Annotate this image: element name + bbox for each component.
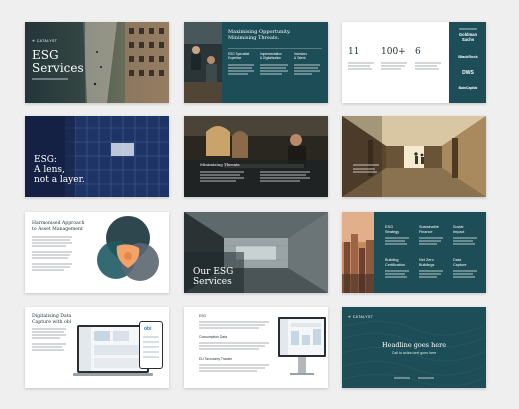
service-title-line: Social (453, 225, 464, 229)
title-line-2: Capture with obi (32, 319, 72, 325)
service-sustainable-finance: Sustainable Finance (419, 225, 439, 234)
service-title-line: Finance (419, 229, 433, 234)
column-1-heading: ESG Specialist Expertise (228, 52, 256, 60)
title-line-2: Services (193, 277, 232, 287)
slide-minimising-threats[interactable]: Minimising Threats (184, 116, 328, 197)
title-line-2: to Asset Management (32, 226, 83, 232)
slide-photo-meeting (184, 22, 222, 103)
divider (228, 48, 322, 49)
subtitle-placeholder (32, 78, 68, 80)
title-line-2: Services (32, 61, 84, 75)
service-social-impact: Social Impact (453, 225, 464, 234)
slide-title: Harmonised Approach to Asset Management (32, 221, 84, 232)
item-consumption-data: Consumption Data (199, 335, 228, 339)
slide-corridor[interactable] (342, 116, 486, 197)
title-line-2: A lens, (34, 165, 65, 175)
service-title-line: Impact (453, 229, 465, 234)
phone-mockup: obi (139, 321, 163, 369)
title-line-1: Harmonised Approach (32, 221, 85, 226)
obi-logo: obi (144, 326, 152, 332)
slide-esg-services[interactable]: ✳ CATALYST ESG Services (25, 22, 169, 103)
title-line-2: Minimising Threats. (228, 35, 280, 41)
monitor-mockup (278, 317, 326, 383)
title-line-1: ESG: (34, 155, 57, 165)
slide-data-tracking[interactable]: ESG Consumption Data EU Taxonomy Tracker (184, 307, 328, 388)
stat-2: 100+ (381, 47, 406, 57)
headline: Headline goes here (381, 341, 447, 349)
service-building-certification: Building Certification (385, 258, 405, 267)
title-line-1: Our ESG (193, 267, 234, 277)
service-title-line: Strategy (385, 229, 400, 234)
slide-title: ESG Services (32, 49, 84, 75)
blackrock-logo: BlackRock (458, 55, 478, 59)
service-title-line: Buildings (419, 262, 435, 267)
slide-photo-team-meeting (184, 116, 328, 197)
brand-name: CATALYST (352, 315, 374, 319)
column-2-heading: Implementation & Digitalisation (260, 52, 290, 60)
stat-3: 6 (415, 47, 421, 57)
service-esg-strategy: ESG Strategy (385, 225, 399, 234)
slide-title: Digitalising Data Capture with obi (32, 314, 71, 325)
service-data-capture: Data Capture (453, 258, 467, 267)
slide-title: Our ESG Services (193, 267, 233, 287)
slide-photo-corridor (342, 116, 486, 197)
column-3-heading: Investors & Talent (294, 52, 322, 60)
item-eu-taxonomy: EU Taxonomy Tracker (199, 357, 233, 361)
bain-capital-logo: BainCapital (458, 86, 478, 90)
column-heading-line: & Talent (294, 56, 306, 60)
title-line-3: not a layer. (34, 175, 85, 185)
brand-name: CATALYST (36, 39, 58, 43)
slide-stats-clients[interactable]: 11 100+ 6 Goldman Sachs BlackRock DWS Ba… (342, 22, 486, 103)
item-esg: ESG (199, 314, 207, 318)
slide-caption: Minimising Threats (200, 162, 240, 167)
venn-diagram (97, 216, 159, 281)
service-title-line: Certification (385, 262, 406, 267)
client-logo-panel: Goldman Sachs BlackRock DWS BainCapital (449, 22, 486, 103)
stat-1: 11 (348, 47, 360, 57)
slide-title: ESG: A lens, not a layer. (34, 155, 85, 185)
slide-photo-cityscape (342, 212, 374, 293)
slide-services-grid[interactable]: ESG Strategy Sustainable Finance Social … (342, 212, 486, 293)
column-heading-line: & Digitalisation (260, 56, 282, 60)
dws-logo: DWS (462, 70, 474, 76)
goldman-sachs-logo: Goldman Sachs (458, 32, 478, 42)
brand-logo: ✳ CATALYST (348, 315, 373, 319)
column-heading-line: Expertise (228, 56, 242, 60)
slide-digitalising-data[interactable]: Digitalising Data Capture with obi obi (25, 307, 169, 388)
title-line-1: Digitalising Data (32, 314, 72, 319)
service-title-line: Sustainable (419, 225, 439, 229)
slide-our-esg-services[interactable]: Our ESG Services (184, 212, 328, 293)
slide-esg-lens[interactable]: ESG: A lens, not a layer. (25, 116, 169, 197)
slide-title: Maximising Opportunity. Minimising Threa… (228, 29, 291, 41)
slide-maximising-opportunity[interactable]: Maximising Opportunity. Minimising Threa… (184, 22, 328, 103)
service-title-line: Capture (453, 262, 467, 267)
brand-logo: ✳ CATALYST (32, 39, 57, 43)
service-net-zero-buildings: Net Zero Buildings (419, 258, 434, 267)
slide-harmonised-approach[interactable]: Harmonised Approach to Asset Management (25, 212, 169, 293)
service-title-line: Net Zero (419, 258, 434, 262)
slide-closing-headline[interactable]: ✳ CATALYST Headline goes here Call to ac… (342, 307, 486, 388)
call-to-action: Call to action text goes here (391, 351, 437, 355)
